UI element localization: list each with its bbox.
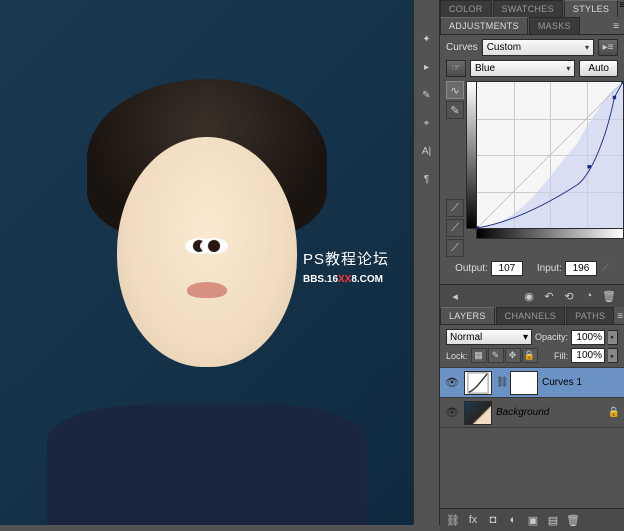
opacity-input[interactable]: 100% xyxy=(571,330,605,345)
input-input[interactable] xyxy=(565,261,597,276)
delete-layer-icon[interactable]: 🗑 xyxy=(564,512,582,528)
top-panel-tabs: COLOR SWATCHES STYLES ≡ xyxy=(440,0,624,17)
curves-label: Curves xyxy=(446,42,478,53)
lock-transparency-icon[interactable]: ▦ xyxy=(471,348,487,363)
toggle-visibility-icon[interactable]: ◉ xyxy=(520,288,538,304)
reset-icon[interactable]: ⟲ xyxy=(560,288,578,304)
channel-dropdown[interactable]: Blue ▾ xyxy=(470,60,575,77)
history-icon[interactable]: ✦ xyxy=(416,28,438,50)
chevron-down-icon: ▾ xyxy=(566,64,570,73)
visibility-toggle-icon[interactable]: 👁 xyxy=(444,405,460,421)
blend-mode-dropdown[interactable]: Normal▾ xyxy=(446,329,532,345)
curves-graph[interactable] xyxy=(476,81,624,229)
input-gradient xyxy=(476,229,624,239)
tab-masks[interactable]: MASKS xyxy=(529,17,580,34)
lock-pixels-icon[interactable]: ✎ xyxy=(488,348,504,363)
curve-point[interactable] xyxy=(477,226,479,228)
lock-position-icon[interactable]: ✥ xyxy=(505,348,521,363)
curves-tool-column: ∿ ✎ ⟋ ⟋ ⟋ xyxy=(446,81,464,257)
watermark-text: PS教程论坛 BBS.16XX8.COM xyxy=(303,248,389,286)
input-label: Input: xyxy=(537,263,562,274)
output-gradient xyxy=(466,81,476,229)
fill-input[interactable]: 100% xyxy=(571,348,605,363)
fill-label: Fill: xyxy=(554,351,568,361)
eyedropper-black-icon[interactable]: ⟋ xyxy=(446,199,464,217)
channel-value: Blue xyxy=(475,63,495,74)
tab-channels[interactable]: CHANNELS xyxy=(496,307,565,324)
preset-value: Custom xyxy=(487,42,521,53)
layers-menu-icon[interactable]: ≡ xyxy=(615,309,624,324)
auto-button[interactable]: Auto xyxy=(579,60,618,77)
previous-state-icon[interactable]: ↶ xyxy=(540,288,558,304)
lock-all-icon[interactable]: 🔒 xyxy=(522,348,538,363)
on-image-adjust-button[interactable]: ☞ xyxy=(446,60,466,77)
lock-icon: 🔒 xyxy=(608,407,620,418)
adjustments-panel: Curves Custom ▾ ▸≡ ☞ Blue ▾ Auto ∿ ✎ ⟋ ⟋… xyxy=(440,35,624,284)
clip-to-layer-icon[interactable]: ◔ xyxy=(580,288,598,304)
curve-point[interactable] xyxy=(621,82,623,84)
new-layer-icon[interactable]: ▤ xyxy=(544,512,562,528)
character-icon[interactable]: A| xyxy=(416,140,438,162)
layer-name[interactable]: Background xyxy=(496,407,604,418)
chevron-down-icon: ▾ xyxy=(523,332,528,343)
right-panel-stack: COLOR SWATCHES STYLES ≡ ADJUSTMENTS MASK… xyxy=(440,0,624,525)
pencil-tool-icon[interactable]: ✎ xyxy=(446,101,464,119)
layer-options: Normal▾ Opacity: 100% ▸ Lock: ▦ ✎ ✥ 🔒 Fi… xyxy=(440,325,624,368)
lock-label: Lock: xyxy=(446,351,468,361)
layer-name[interactable]: Curves 1 xyxy=(542,377,620,388)
tab-color[interactable]: COLOR xyxy=(440,0,492,17)
brush-icon[interactable]: ✎ xyxy=(416,84,438,106)
chevron-down-icon: ▾ xyxy=(585,43,589,52)
preset-menu-button[interactable]: ▸≡ xyxy=(598,39,618,56)
adjustments-footer: ◂ ◉ ↶ ⟲ ◔ 🗑 xyxy=(440,284,624,307)
eyedropper-indicator-icon: ⟋ xyxy=(602,263,609,274)
layer-row-background[interactable]: 👁 Background 🔒 xyxy=(440,398,624,428)
actions-icon[interactable]: ▸ xyxy=(416,56,438,78)
tab-layers[interactable]: LAYERS xyxy=(440,307,495,324)
layers-list: 👁 ⛓ Curves 1 👁 Background 🔒 xyxy=(440,368,624,508)
new-adjustment-icon[interactable]: ◐ xyxy=(504,512,522,528)
opacity-label: Opacity: xyxy=(535,332,568,342)
new-group-icon[interactable]: ▣ xyxy=(524,512,542,528)
output-label: Output: xyxy=(455,263,488,274)
adjustments-menu-icon[interactable]: ≡ xyxy=(608,19,624,34)
layers-tabs: LAYERS CHANNELS PATHS ≡ xyxy=(440,307,624,325)
link-mask-icon[interactable]: ⛓ xyxy=(496,377,506,388)
eyedropper-gray-icon[interactable]: ⟋ xyxy=(446,219,464,237)
fill-slider-icon[interactable]: ▸ xyxy=(608,348,618,363)
layer-row-curves1[interactable]: 👁 ⛓ Curves 1 xyxy=(440,368,624,398)
tab-styles[interactable]: STYLES xyxy=(564,0,618,17)
return-to-list-icon[interactable]: ◂ xyxy=(446,288,464,304)
curve-point-selected[interactable] xyxy=(588,165,591,168)
tab-adjustments[interactable]: ADJUSTMENTS xyxy=(440,17,528,34)
panel-menu-icon[interactable]: ≡ xyxy=(619,0,624,17)
document-canvas[interactable]: PS教程论坛 BBS.16XX8.COM xyxy=(0,0,413,525)
layer-style-icon[interactable]: fx xyxy=(464,512,482,528)
output-input[interactable] xyxy=(491,261,523,276)
eyedropper-white-icon[interactable]: ⟋ xyxy=(446,239,464,257)
add-mask-icon[interactable]: ◘ xyxy=(484,512,502,528)
tab-paths[interactable]: PATHS xyxy=(566,307,614,324)
preset-dropdown[interactable]: Custom ▾ xyxy=(482,39,594,56)
clone-source-icon[interactable]: ⌖ xyxy=(416,112,438,134)
layers-footer: ⛓ fx ◘ ◐ ▣ ▤ 🗑 xyxy=(440,508,624,531)
delete-adjustment-icon[interactable]: 🗑 xyxy=(600,288,618,304)
curve-tool-icon[interactable]: ∿ xyxy=(446,81,464,99)
layer-thumbnail[interactable] xyxy=(464,401,492,425)
link-layers-icon[interactable]: ⛓ xyxy=(444,512,462,528)
collapsed-panel-dock: ✦ ▸ ✎ ⌖ A| ¶ xyxy=(413,0,440,525)
paragraph-icon[interactable]: ¶ xyxy=(416,168,438,190)
visibility-toggle-icon[interactable]: 👁 xyxy=(444,375,460,391)
layer-mask-thumbnail[interactable] xyxy=(510,371,538,395)
watermark-line1: PS教程论坛 xyxy=(303,248,389,269)
opacity-slider-icon[interactable]: ▸ xyxy=(608,330,618,345)
curve-point[interactable] xyxy=(613,96,616,99)
adjustment-thumbnail[interactable] xyxy=(464,371,492,395)
adjustments-tabs: ADJUSTMENTS MASKS ≡ xyxy=(440,17,624,35)
tab-swatches[interactable]: SWATCHES xyxy=(493,0,563,17)
